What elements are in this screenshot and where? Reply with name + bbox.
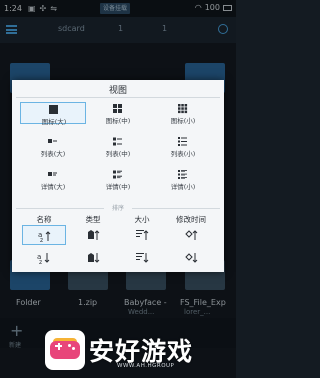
list-small-icon [178, 137, 187, 146]
view-option-list-small[interactable]: 列表(小) [150, 135, 216, 158]
view-option-icons-large[interactable]: 图标(大) [20, 102, 86, 126]
sort-header-name: 名称 [36, 215, 52, 224]
sort-modified-descending[interactable] [170, 248, 214, 268]
view-option-icons-medium[interactable]: 图标(中) [85, 102, 151, 125]
sort-name-ascending[interactable]: a z [22, 225, 66, 245]
sort-modified-asc-icon [185, 230, 198, 240]
view-option-icons-small[interactable]: 图标(小) [150, 102, 216, 125]
sort-header-type: 类型 [85, 215, 101, 224]
view-option-label: 列表(大) [40, 150, 66, 158]
details-large-icon [48, 172, 57, 176]
sort-size-ascending[interactable] [121, 225, 165, 245]
sort-size-desc-icon [136, 253, 149, 263]
svg-text:z: z [40, 237, 43, 242]
view-option-label: 详情(小) [170, 183, 196, 191]
sort-type-desc-icon [88, 253, 100, 263]
view-option-label: 图标(中) [105, 117, 131, 125]
grid-medium-icon [113, 104, 122, 113]
sort-name-descending[interactable]: a z [22, 248, 66, 268]
view-option-details-medium[interactable]: 详情(中) [85, 168, 151, 191]
watermark-url: WWW.AH.HGROUP [117, 363, 175, 369]
sort-modified-desc-icon [185, 253, 198, 263]
view-option-list-medium[interactable]: 列表(中) [85, 135, 151, 158]
view-option-label: 图标(大) [41, 118, 67, 126]
sort-section-title: 排序 [111, 205, 124, 212]
view-option-details-large[interactable]: 详情(大) [20, 168, 86, 191]
sort-header-modified: 修改时间 [176, 215, 206, 224]
sort-type-ascending[interactable] [72, 225, 116, 245]
sort-header-size: 大小 [134, 215, 150, 224]
view-option-label: 详情(中) [105, 183, 131, 191]
view-option-label: 列表(中) [105, 150, 131, 158]
divider [16, 97, 220, 98]
details-small-icon [178, 170, 187, 179]
divider [132, 208, 220, 209]
details-medium-icon [113, 170, 122, 179]
grid-large-icon [49, 105, 58, 114]
list-large-icon [48, 139, 57, 143]
watermark: 安好游戏 WWW.AH.HGROUP [45, 330, 235, 374]
list-medium-icon [113, 137, 122, 146]
divider [16, 208, 104, 209]
sort-type-asc-icon [88, 230, 100, 240]
sort-name-desc-icon: a z [37, 253, 50, 264]
svg-text:z: z [39, 259, 42, 264]
sort-modified-ascending[interactable] [170, 225, 214, 245]
view-option-details-small[interactable]: 详情(小) [150, 168, 216, 191]
sort-size-descending[interactable] [121, 248, 165, 268]
view-option-list-large[interactable]: 列表(大) [20, 135, 86, 158]
view-option-label: 列表(小) [170, 150, 196, 158]
dialog-title: 视图 [108, 86, 127, 96]
view-dialog: 视图 图标(大) 图标(中) 图标(小) 列表(大) 列表(中) 列表(小) 详… [12, 80, 224, 272]
view-option-label: 图标(小) [170, 117, 196, 125]
view-option-label: 详情(大) [40, 183, 66, 191]
sort-name-asc-icon: a z [38, 231, 51, 242]
gamepad-logo-icon [45, 330, 85, 370]
sort-type-descending[interactable] [72, 248, 116, 268]
sort-size-asc-icon [136, 230, 149, 240]
grid-small-icon [178, 104, 188, 114]
